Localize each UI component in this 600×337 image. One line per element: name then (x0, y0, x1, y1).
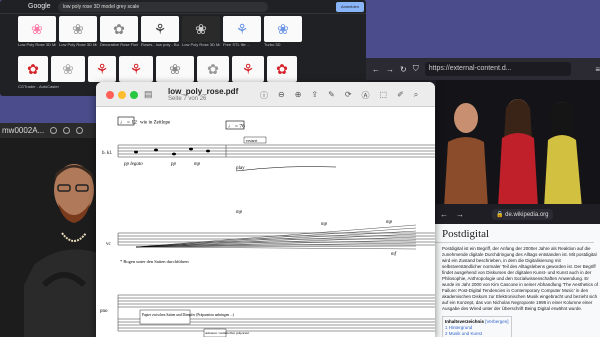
back-icon[interactable]: ← (372, 65, 380, 74)
reload-icon[interactable]: ↻ (400, 65, 407, 74)
dynamic-marking: mp (321, 222, 328, 227)
wiki-toolbar: ← → 🔒 de.wikipedia.org (430, 204, 600, 224)
info-icon[interactable] (50, 127, 58, 134)
tempo-note: wie in Zeitlupe (140, 121, 171, 126)
google-search-bar: Google low poly rose 3D model grey scale… (0, 0, 366, 14)
rose-thumbnail[interactable]: ⚘ (223, 16, 261, 42)
page-indicator: Seite 7 von 26 (168, 96, 207, 102)
video-window[interactable]: mw0002A... (0, 123, 104, 337)
zoom-icon[interactable] (63, 127, 71, 134)
markup-icon[interactable]: Ⓐ (362, 90, 370, 101)
address-bar[interactable]: 🔒 de.wikipedia.org (492, 208, 553, 220)
result-caption[interactable]: CGTrader - AutoCaster (18, 84, 62, 89)
zoom-out-icon[interactable]: ⊖ (278, 90, 285, 101)
close-button[interactable] (106, 91, 114, 99)
pdf-viewer-window[interactable]: ▤ low_poly_rose.pdf Seite 7 von 26 ⓘ ⊖ ⊕… (96, 82, 435, 337)
dynamic-marking: mp (194, 162, 201, 167)
rose-thumbnail[interactable]: ⚘ (141, 16, 179, 42)
dynamic-marking: mp (386, 220, 393, 225)
pdf-toolbar: ▤ low_poly_rose.pdf Seite 7 von 26 ⓘ ⊖ ⊕… (96, 82, 435, 107)
piano-instruction: Papier zwischen Saiten und Dämpfer (Präp… (142, 313, 235, 317)
instrument-label: pno (100, 309, 108, 314)
dynamic-marking: erstarrt (246, 138, 258, 143)
back-icon[interactable]: ← (440, 210, 448, 219)
rose-thumbnail[interactable]: ✿ (197, 56, 229, 82)
menu-icon[interactable]: ≡ (595, 65, 600, 74)
rose-thumbnail[interactable]: ⚘ (232, 56, 264, 82)
forward-icon[interactable]: → (386, 65, 394, 74)
dynamic-marking: mf (391, 252, 397, 257)
dynamic-marking: pp legato (123, 162, 143, 167)
address-bar[interactable]: https://external-content.d... (424, 62, 572, 76)
address-text: de.wikipedia.org (505, 211, 549, 218)
result-caption[interactable]: Low Poly Rose 3D Model $29 - ma... (18, 42, 56, 47)
rose-thumbnail[interactable]: ❀ (264, 16, 302, 42)
info-icon[interactable]: ⓘ (260, 90, 268, 101)
rose-thumbnail[interactable]: ✿ (100, 16, 138, 42)
music-score-page: ♩ = 12 wie in Zeitlupe ♩ = 76 b. kl. pp … (96, 107, 435, 337)
sidebar-toggle-icon[interactable]: ▤ (144, 89, 153, 100)
piano-instruction: Amateur / unmittelbar präpariert (205, 331, 249, 335)
toc-item[interactable]: 2 Musik und Kunst (445, 331, 509, 337)
dynamic-marking: pp (170, 162, 177, 167)
pdf-tools: ⓘ ⊖ ⊕ ⇪ ✎ ⟳ Ⓐ ⬚ ✐ ⌕ (260, 90, 418, 101)
google-logo: Google (28, 3, 51, 10)
rotate-icon[interactable]: ⟳ (345, 90, 352, 101)
instrument-label: b. kl. (102, 151, 112, 156)
score-footnote: * Bogen unter den Saiten durchführen (120, 259, 189, 264)
group-photo (436, 80, 600, 208)
shield-icon[interactable]: ⛉ (413, 64, 419, 74)
search-input[interactable]: low poly rose 3D model grey scale (58, 2, 268, 12)
rose-thumbnail[interactable]: ❀ (59, 16, 97, 42)
result-caption[interactable]: Low Poly Rose 3D Model $28 - ma... (59, 42, 97, 47)
highlight-icon[interactable]: ✎ (328, 90, 335, 101)
rose-thumbnail[interactable]: ❀ (156, 56, 194, 82)
result-caption[interactable]: Decorative Rose Flower - Buy Roy... (100, 42, 138, 47)
rose-thumbnail[interactable]: ❀ (51, 56, 85, 82)
image-results-row-2: ✿ ❀ ⚘ ⚘ ❀ ✿ ⚘ ✿ (18, 56, 297, 82)
document-title: low_poly_rose.pdf (168, 87, 239, 96)
result-caption[interactable]: Turbo 3D (264, 42, 302, 47)
rose-thumbnail[interactable]: ❀ (18, 16, 56, 42)
person-photo (24, 145, 104, 337)
desktop: Google low poly rose 3D model grey scale… (0, 0, 600, 337)
browser-toolbar: ← → ↻ ⛉ https://external-content.d... ≡ (366, 58, 600, 80)
wikipedia-window[interactable]: ← → 🔒 de.wikipedia.org Postdigital Postd… (430, 204, 600, 337)
share-icon[interactable] (76, 127, 84, 134)
result-caption[interactable]: Low Poly Rose 3D Model (182, 42, 220, 47)
dynamic-marking: mp (236, 210, 243, 215)
rose-thumbnail[interactable]: ✿ (267, 56, 297, 82)
annotate-icon[interactable]: ✐ (397, 90, 404, 101)
result-caption[interactable]: Roses - low poly - Buy Royalty Fre... (141, 42, 179, 47)
result-caption[interactable]: Free STL file ... (223, 42, 261, 47)
video-window-toolbar: mw0002A... (0, 123, 104, 138)
table-of-contents: Inhaltsverzeichnis [Verbergen] 1 Hinterg… (442, 316, 512, 337)
tempo-marking: ♩ = 76 (228, 124, 245, 130)
rose-thumbnail[interactable]: ✿ (18, 56, 48, 82)
maximize-button[interactable] (130, 91, 138, 99)
zoom-in-icon[interactable]: ⊕ (295, 90, 302, 101)
rose-thumbnail[interactable]: ❀ (182, 16, 220, 42)
rose-thumbnail[interactable]: ⚘ (88, 56, 116, 82)
toc-hide-link[interactable]: [Verbergen] (485, 319, 508, 324)
toc-title: Inhaltsverzeichnis (445, 319, 485, 324)
share-icon[interactable]: ⇪ (311, 90, 318, 101)
article-title: Postdigital (430, 224, 594, 243)
rose-thumbnail[interactable]: ⚘ (119, 56, 153, 82)
forward-icon[interactable]: → (456, 210, 464, 219)
crop-icon[interactable]: ⬚ (380, 90, 388, 101)
minimize-button[interactable] (118, 91, 126, 99)
image-results-row-1: ❀Low Poly Rose 3D Model $29 - ma... ❀Low… (18, 16, 302, 47)
window-title: mw0002A... (2, 126, 45, 135)
tempo-marking: ♩ = 12 (120, 120, 137, 126)
instrument-label: vc (106, 242, 112, 247)
search-icon[interactable]: ⌕ (414, 90, 418, 101)
sign-in-button[interactable]: Anmelden (336, 2, 364, 12)
article-intro: Postdigital ist ein Begriff, der Anfang … (442, 246, 598, 311)
